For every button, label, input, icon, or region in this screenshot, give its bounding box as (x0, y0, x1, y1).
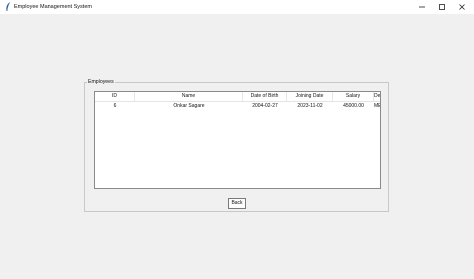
cell-salary: 45000.00 (343, 103, 364, 109)
table-header: ID Name Date of Birth Joining Date Salar… (95, 92, 380, 102)
column-header-dob[interactable]: Date of Birth (243, 92, 287, 101)
cell-department: MECH (374, 103, 380, 109)
column-header-joining-date[interactable]: Joining Date (287, 92, 333, 101)
column-header-department[interactable]: Department (374, 92, 380, 101)
maximize-icon (439, 4, 445, 10)
employees-group-label: Employees (87, 79, 115, 86)
column-header-salary[interactable]: Salary (333, 92, 374, 101)
column-header-name[interactable]: Name (135, 92, 243, 101)
table-row[interactable]: 6 Onkar Sagare 2004-02-27 2023-11-02 450… (95, 102, 380, 111)
window-title: Employee Management System (14, 4, 92, 10)
feather-icon (6, 2, 10, 11)
app-window: Employee Management System Employees ID … (0, 0, 474, 279)
title-bar: Employee Management System (0, 0, 474, 14)
column-header-id[interactable]: ID (95, 92, 135, 101)
close-icon (459, 4, 465, 10)
minimize-icon (419, 6, 425, 8)
cell-joining-date: 2023-11-02 (297, 103, 323, 109)
close-button[interactable] (450, 0, 474, 14)
cell-id: 6 (113, 103, 117, 109)
employees-table[interactable]: ID Name Date of Birth Joining Date Salar… (94, 91, 381, 189)
back-button[interactable]: Back (228, 198, 246, 209)
cell-dob: 2004-02-27 (252, 103, 278, 109)
cell-name: Onkar Sagare (173, 103, 205, 109)
table-body: 6 Onkar Sagare 2004-02-27 2023-11-02 450… (95, 102, 380, 111)
